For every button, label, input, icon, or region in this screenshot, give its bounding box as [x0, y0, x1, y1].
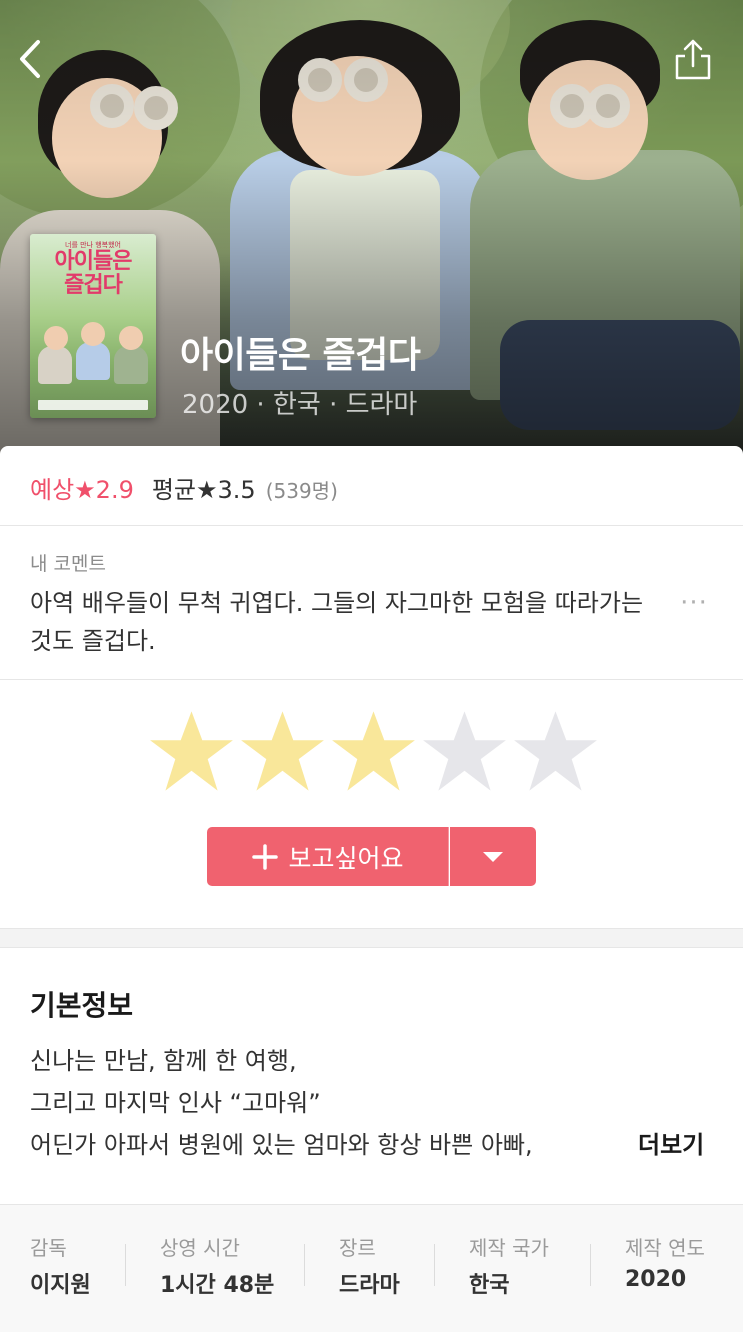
wishlist-label: 보고싶어요: [288, 843, 404, 873]
average-rating: 평균★3.5: [151, 476, 256, 504]
meta-key: 제작 국가: [469, 1236, 549, 1260]
synopsis-more-link[interactable]: 더보기: [636, 1124, 705, 1166]
meta-director: 감독 이지원: [30, 1232, 91, 1299]
meta-divider: [434, 1244, 435, 1286]
poster-figure: [44, 326, 68, 350]
poster-credits-strip: [38, 400, 148, 410]
poster-figure: [81, 322, 105, 346]
meta-key: 감독: [30, 1236, 67, 1260]
star-icon: [332, 711, 415, 791]
meta-divider: [125, 1244, 126, 1286]
movie-subtitle: 2020 · 한국 · 드라마: [182, 390, 418, 420]
meta-value: 2020: [625, 1267, 687, 1292]
detail-sheet: [0, 446, 743, 1332]
star-icon: [514, 711, 597, 791]
share-icon: [675, 39, 711, 80]
rating-summary: 예상★2.9 평균★3.5 (539명): [30, 470, 338, 504]
meta-key: 장르: [339, 1236, 376, 1260]
poster-title-text: 아이들은 즐겁다: [54, 249, 133, 298]
meta-genre: 장르 드라마: [339, 1232, 400, 1299]
meta-key: 상영 시간: [160, 1236, 240, 1260]
meta-value: 드라마: [339, 1273, 400, 1298]
movie-title: 아이들은 즐겁다: [180, 335, 421, 376]
predicted-rating: 예상★2.9: [30, 476, 134, 504]
share-button[interactable]: [673, 38, 713, 82]
star-icon: [150, 711, 233, 791]
synopsis-line: 그리고 마지막 인사 “고마워”: [30, 1089, 321, 1117]
rating-star-5[interactable]: [510, 706, 601, 796]
poster-figure: [119, 326, 143, 350]
rating-star-3[interactable]: [328, 706, 419, 796]
wishlist-button[interactable]: 보고싶어요: [207, 827, 449, 886]
section-gap: [0, 928, 743, 948]
basic-info-title: 기본정보: [30, 989, 134, 1022]
chevron-left-icon: [20, 40, 40, 78]
movie-poster[interactable]: 너를 만나 행복했어 아이들은 즐겁다: [30, 234, 156, 418]
my-comment-label: 내 코멘트: [30, 553, 106, 575]
star-icon: [423, 711, 506, 791]
poster-title: 아이들은 즐겁다: [30, 250, 156, 298]
meta-runtime: 상영 시간 1시간 48분: [160, 1232, 274, 1299]
meta-value: 한국: [469, 1273, 510, 1298]
star-icon: [241, 711, 324, 791]
my-comment-text[interactable]: 아역 배우들이 무척 귀엽다. 그들의 자그마한 모험을 따라가는 것도 즐겁다…: [30, 584, 670, 660]
poster-figure: [38, 346, 72, 384]
back-button[interactable]: [12, 36, 52, 82]
meta-divider: [590, 1244, 591, 1286]
poster-figure: [76, 342, 110, 380]
meta-country: 제작 국가 한국: [469, 1232, 549, 1299]
rating-star-1[interactable]: [146, 706, 237, 796]
divider: [0, 525, 743, 526]
rating-star-4[interactable]: [419, 706, 510, 796]
meta-year: 제작 연도 2020: [625, 1232, 705, 1292]
meta-key: 제작 연도: [625, 1236, 705, 1260]
meta-value[interactable]: 이지원: [30, 1267, 91, 1299]
rating-star-2[interactable]: [237, 706, 328, 796]
divider: [0, 679, 743, 680]
synopsis-line: 신나는 만남, 함께 한 여행,: [30, 1047, 297, 1075]
plus-icon: [252, 843, 279, 870]
meta-value: 1시간 48분: [160, 1273, 275, 1298]
wishlist-dropdown-button[interactable]: [450, 827, 536, 886]
user-star-rating[interactable]: [146, 706, 606, 796]
poster-figure: [114, 346, 148, 384]
caret-down-icon: [483, 852, 503, 862]
rating-count: (539명): [265, 479, 338, 503]
comment-more-button[interactable]: ···: [674, 588, 714, 618]
meta-divider: [304, 1244, 305, 1286]
synopsis-fade: [540, 1124, 640, 1166]
